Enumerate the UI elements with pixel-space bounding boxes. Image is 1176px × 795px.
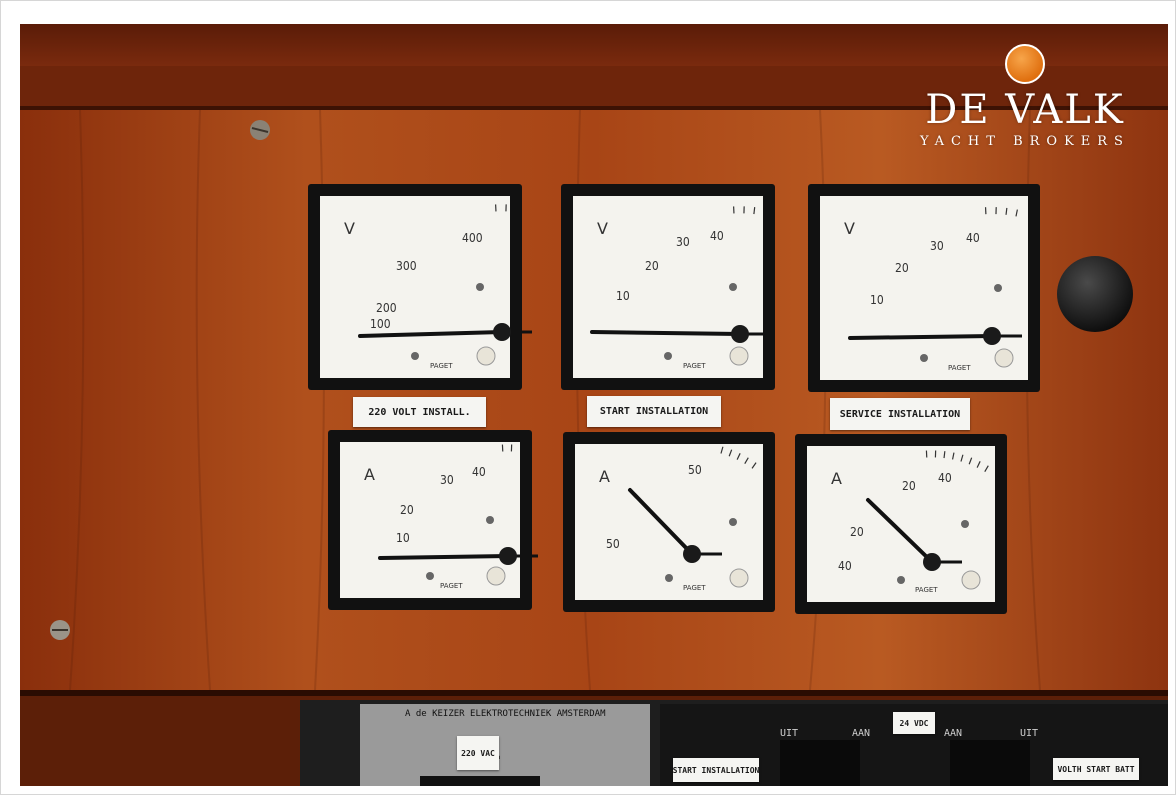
de-valk-logo: DE VALK YACHT BROKERS	[910, 44, 1140, 149]
meter-brand: PAGET	[948, 364, 971, 372]
tick-label: 300	[396, 259, 417, 273]
tick-label: 40	[938, 471, 952, 485]
meter-unit: A	[599, 467, 610, 486]
logo-subtitle: YACHT BROKERS	[920, 134, 1130, 149]
screw-left	[50, 620, 70, 640]
meter-needle	[378, 554, 510, 560]
meter-brand: PAGET	[915, 586, 938, 594]
meter-brand: PAGET	[430, 362, 453, 370]
zero-adjust-screw	[476, 346, 496, 366]
switch-label-3: AAN	[944, 728, 962, 739]
tick-label: 30	[930, 239, 944, 253]
tick-label: 100	[370, 317, 391, 331]
needle-pivot	[683, 545, 701, 563]
tick-label: 40	[710, 229, 724, 243]
meter-4: A 10 20 30 40 PAGET	[328, 430, 538, 610]
needle-pivot	[983, 327, 1001, 345]
meter-unit: V	[844, 219, 855, 238]
falcon-logo-icon	[1005, 44, 1045, 84]
tag-start-installation-lower: START INSTALLATION	[673, 758, 759, 782]
meter-brand: PAGET	[440, 582, 463, 590]
tick-label: 50	[688, 463, 702, 477]
tag-volth-start-batt: VOLTH START BATT	[1053, 758, 1139, 780]
tick-label: 30	[440, 473, 454, 487]
needle-pivot	[731, 325, 749, 343]
zero-adjust-screw	[994, 348, 1014, 368]
tick-label: 50	[606, 537, 620, 551]
meter-6: A 40 20 20 40 PAGET	[795, 434, 1007, 614]
tick-label: 40	[966, 231, 980, 245]
tick-label: 10	[396, 531, 410, 545]
tick-label: 10	[870, 293, 884, 307]
control-knob	[1057, 256, 1133, 332]
switch-label-2: AAN	[852, 728, 870, 739]
needle-pivot	[499, 547, 517, 565]
scale-tick	[753, 207, 756, 215]
tick-label: 400	[462, 231, 483, 245]
logo-name: DE VALK	[925, 87, 1125, 133]
meter-needle	[848, 334, 994, 340]
tick-label: 20	[902, 479, 916, 493]
tick-label: 20	[895, 261, 909, 275]
meter-unit: V	[344, 219, 355, 238]
label-220-volt-install: 220 VOLT INSTALL.	[353, 397, 486, 427]
tag-24-vdc: 24 VDC	[893, 712, 935, 734]
meter-5: A 50 50 PAGET	[563, 432, 775, 612]
tag-220-vac: 220 VAC	[457, 736, 499, 770]
scale-tick	[1005, 207, 1008, 215]
needle-pivot	[493, 323, 511, 341]
tick-label: 20	[645, 259, 659, 273]
tick-label: 200	[376, 301, 397, 315]
meter-unit: V	[597, 219, 608, 238]
zero-adjust-screw	[961, 570, 981, 590]
zero-adjust-screw	[486, 566, 506, 586]
label-service-installation: SERVICE INSTALLATION	[830, 398, 970, 430]
electrical-panel-photo: V 100 200 300 400 PAGET V 10 20 30 40 PAGET V 10 20 30 4…	[20, 24, 1168, 786]
zero-adjust-screw	[729, 568, 749, 588]
meter-brand: PAGET	[683, 362, 706, 370]
label-start-installation: START INSTALLATION	[587, 396, 721, 427]
meter-unit: A	[831, 469, 842, 488]
meter-1: V 100 200 300 400 PAGET	[308, 184, 532, 390]
meter-brand: PAGET	[683, 584, 706, 592]
meter-unit: A	[364, 465, 375, 484]
meter-needle	[590, 330, 742, 336]
tick-label: 40	[472, 465, 486, 479]
maker-text: A de KEIZER ELEKTROTECHNIEK AMSTERDAM	[405, 709, 606, 719]
meter-2: V 10 20 30 40 PAGET	[561, 184, 775, 390]
tick-label: 10	[616, 289, 630, 303]
zero-adjust-screw	[729, 346, 749, 366]
switch-label-1: UIT	[780, 728, 798, 739]
tick-label: 30	[676, 235, 690, 249]
screw-top	[250, 120, 270, 140]
switch-label-4: UIT	[1020, 728, 1038, 739]
tick-label: 20	[850, 525, 864, 539]
meter-3: V 10 20 30 40 PAGET	[808, 184, 1040, 392]
needle-pivot	[923, 553, 941, 571]
tick-label: 20	[400, 503, 414, 517]
scale-tick	[943, 451, 946, 459]
tick-label: 40	[838, 559, 852, 573]
